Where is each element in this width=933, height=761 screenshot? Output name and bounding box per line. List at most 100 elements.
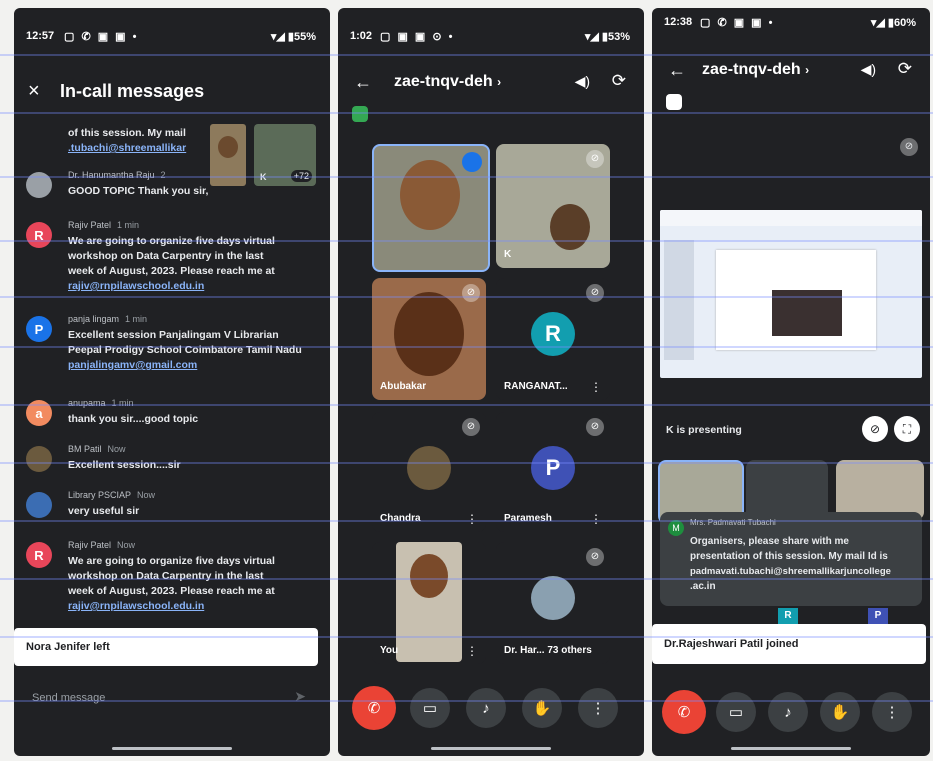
avatar <box>26 172 52 198</box>
chat-header: × In-call messages <box>14 74 330 114</box>
status-bar: 1:02 ▢ ▣ ▣ ⊙ • ▾◢ ▮53% <box>338 30 644 48</box>
sender-name: panja lingam <box>68 314 120 324</box>
participant-tile[interactable]: P ⊘ Paramesh ⋮ <box>496 412 610 532</box>
presentation-content[interactable] <box>660 210 922 378</box>
send-message-input[interactable]: Send message <box>32 692 105 704</box>
camera-toggle-button[interactable]: ▭ <box>716 692 756 732</box>
sender-name: anupama <box>68 398 106 408</box>
battery-indicator: ▾◢ ▮55% <box>270 31 316 43</box>
more-options-icon[interactable]: ⋮ <box>590 512 602 526</box>
mic-off-icon: ⊘ <box>900 138 918 156</box>
notification-icons: ▢ ▣ ▣ ⊙ • <box>380 31 455 43</box>
chat-popup[interactable]: M Mrs. Padmavati Tubachi Organisers, ple… <box>660 512 922 606</box>
slide-image <box>772 290 842 336</box>
self-video <box>396 542 462 662</box>
message-time: 1 min <box>111 398 134 408</box>
meeting-code[interactable]: zae-tnqv-deh › <box>702 61 809 79</box>
message-meta: panja lingam 1 min <box>68 314 147 324</box>
end-call-button[interactable]: ✆ <box>352 686 396 730</box>
mic-off-icon: ⊘ <box>462 284 480 302</box>
message-item: R Rajiv Patel 1 min We are going to organ… <box>14 220 322 300</box>
meeting-header: ← zae-tnqv-deh › ◀) ⟳ <box>652 56 930 92</box>
back-arrow-icon[interactable]: ← <box>668 60 686 81</box>
participant-tile-active[interactable] <box>372 144 490 272</box>
switch-camera-icon[interactable]: ⟳ <box>898 59 912 79</box>
chevron-right-icon: › <box>497 75 502 89</box>
more-options-button[interactable]: ⋮ <box>872 692 912 732</box>
sender-name: BM Patil <box>68 444 102 454</box>
participant-tile[interactable]: ⊘ Abubakar <box>372 278 486 400</box>
status-time: 1:02 <box>350 30 373 42</box>
avatar: M <box>668 520 684 536</box>
avatar: P <box>26 316 52 342</box>
more-options-button[interactable]: ⋮ <box>578 688 618 728</box>
message-line: thank you sir....good topic <box>68 413 199 425</box>
toast-notification: Nora Jenifer left <box>14 628 318 666</box>
sender-name: Library PSCIAP <box>68 490 132 500</box>
send-icon[interactable]: ➤ <box>294 688 306 705</box>
slide-thumbnails <box>664 240 694 360</box>
battery-indicator: ▾◢ ▮53% <box>584 31 630 43</box>
raise-hand-button[interactable]: ✋ <box>522 688 562 728</box>
camera-toggle-button[interactable]: ▭ <box>410 688 450 728</box>
message-link[interactable]: rajiv@rnpilawschool.edu.in <box>68 279 316 294</box>
message-item: BM Patil Now Excellent session....sir <box>14 444 322 478</box>
avatar: R <box>531 312 575 356</box>
participant-tile[interactable]: ⊘ Chandra ⋮ <box>372 412 486 532</box>
mic-off-icon: ⊘ <box>586 418 604 436</box>
message-link[interactable]: .tubachi@shreemallikar <box>68 141 202 156</box>
raise-hand-button[interactable]: ✋ <box>820 692 860 732</box>
participant-tile[interactable]: R ⊘ RANGANAT... ⋮ <box>496 278 610 400</box>
message-line: week of August, 2023. Please reach me at <box>68 585 275 597</box>
participant-face <box>394 292 464 376</box>
message-time: 1 min <box>117 220 140 230</box>
message-time: Now <box>117 540 136 550</box>
message-meta: Rajiv Patel 1 min <box>68 220 139 230</box>
avatar: R <box>778 608 798 624</box>
message-line: .ac.in <box>690 581 716 592</box>
back-arrow-icon[interactable]: ← <box>354 72 372 93</box>
meet-badge-icon <box>666 94 682 110</box>
meeting-code-text: zae-tnqv-deh <box>394 73 493 90</box>
avatar <box>531 576 575 620</box>
more-options-icon[interactable]: ⋮ <box>590 380 602 394</box>
meeting-code[interactable]: zae-tnqv-deh › <box>394 73 501 91</box>
self-view-tile[interactable]: You ⋮ <box>372 542 486 664</box>
pin-icon[interactable]: ⊘ <box>862 416 888 442</box>
participant-name: Dr. Har... 73 others <box>504 645 592 656</box>
fullscreen-icon[interactable]: ⛶ <box>894 416 920 442</box>
more-options-icon[interactable]: ⋮ <box>466 644 478 658</box>
slide-toolbar <box>660 210 922 226</box>
close-icon[interactable]: × <box>28 80 40 103</box>
mic-toggle-button[interactable]: ♪ <box>768 692 808 732</box>
message-line: padmavati.tubachi@shreemallikarjuncolleg… <box>690 566 891 577</box>
message-text: Excellent session....sir <box>68 458 316 473</box>
speaker-icon[interactable]: ◀) <box>861 61 876 78</box>
participant-tile[interactable]: ⊘ K <box>496 144 610 268</box>
switch-camera-icon[interactable]: ⟳ <box>612 71 626 91</box>
participant-name: Abubakar <box>380 381 427 392</box>
participant-tile[interactable] <box>836 460 924 520</box>
speaker-icon[interactable]: ◀) <box>575 73 590 90</box>
message-meta: Library PSCIAP Now <box>68 490 155 500</box>
message-line: of this session. My mail <box>68 127 186 139</box>
message-time: Now <box>137 490 156 500</box>
participant-name: Paramesh <box>504 513 552 524</box>
mic-toggle-button[interactable]: ♪ <box>466 688 506 728</box>
end-call-button[interactable]: ✆ <box>662 690 706 734</box>
message-time: 2 <box>160 170 166 180</box>
message-line: workshop on Data Carpentry in the last <box>68 250 264 262</box>
message-link[interactable]: rajiv@rnpilawschool.edu.in <box>68 599 316 614</box>
message-line: Peepal Prodigy School Coimbatore Tamil N… <box>68 344 302 356</box>
more-options-icon[interactable]: ⋮ <box>466 512 478 526</box>
toast-text: Dr.Rajeshwari Patil joined <box>664 638 799 650</box>
presentation-screen: 12:38 ▢ ✆ ▣ ▣ • ▾◢ ▮60% ← zae-tnqv-deh ›… <box>652 8 930 756</box>
notification-icons: ▢ ✆ ▣ ▣ • <box>64 31 139 43</box>
battery-indicator: ▾◢ ▮60% <box>870 17 916 29</box>
call-controls: ✆ ▭ ♪ ✋ ⋮ <box>652 688 930 736</box>
message-link[interactable]: panjalingamv@gmail.com <box>68 358 316 373</box>
others-tile[interactable]: ⊘ Dr. Har... 73 others <box>496 542 610 664</box>
pip-face <box>218 136 238 158</box>
participant-tile[interactable] <box>746 460 828 520</box>
mic-off-icon: ⊘ <box>462 418 480 436</box>
